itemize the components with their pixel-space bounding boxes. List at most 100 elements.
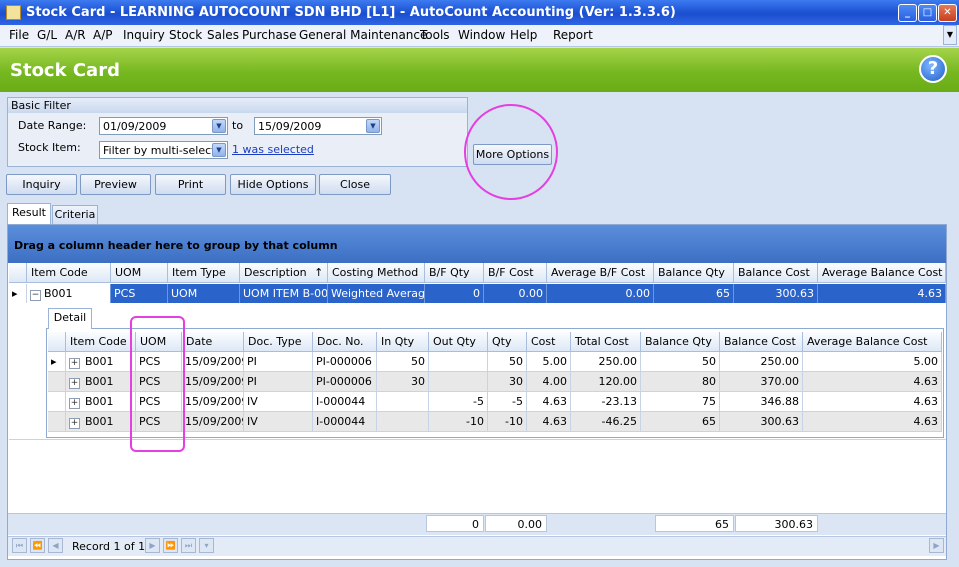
restore-button[interactable]: □ — [918, 4, 937, 22]
cell-balance-cost[interactable]: 300.63 — [734, 284, 818, 303]
detail-doc-type[interactable]: IV — [244, 412, 313, 432]
detail-cost[interactable]: 4.00 — [527, 372, 571, 392]
detail-item-code[interactable]: + B001 — [66, 352, 136, 372]
minimize-button[interactable]: _ — [898, 4, 917, 22]
prev-record-icon[interactable]: ◀ — [48, 538, 63, 553]
col-uom[interactable]: UOM — [111, 263, 168, 283]
detail-balance-qty[interactable]: 80 — [641, 372, 720, 392]
chevron-down-icon[interactable]: ▼ — [943, 25, 957, 45]
expand-icon[interactable]: + — [69, 378, 80, 389]
table-row[interactable]: ▸ − B001 PCS UOM UOM ITEM B-001 Weighted … — [9, 284, 946, 303]
next-page-icon[interactable]: ⏩ — [163, 538, 178, 553]
detail-date[interactable]: 15/09/2009 — [182, 352, 244, 372]
first-record-icon[interactable]: ⏮ — [12, 538, 27, 553]
date-to-field[interactable]: 15/09/2009 ▼ — [254, 117, 382, 135]
detail-item-code[interactable]: + B001 — [66, 392, 136, 412]
col-item-code[interactable]: Item Code — [27, 263, 111, 283]
detail-doc-no[interactable]: I-000044 — [313, 412, 377, 432]
detail-out-qty[interactable] — [429, 372, 488, 392]
cell-avg-bf-cost[interactable]: 0.00 — [547, 284, 654, 303]
menu-report[interactable]: Report — [553, 28, 593, 42]
detail-avg-balance-cost[interactable]: 4.63 — [803, 392, 942, 412]
scroll-right-icon[interactable]: ▶ — [929, 538, 944, 553]
detail-col-date[interactable]: Date — [182, 332, 244, 352]
detail-date[interactable]: 15/09/2009 — [182, 412, 244, 432]
detail-col-out-qty[interactable]: Out Qty — [429, 332, 488, 352]
detail-col-doc-type[interactable]: Doc. Type — [244, 332, 313, 352]
detail-col-total-cost[interactable]: Total Cost — [571, 332, 641, 352]
detail-balance-qty[interactable]: 50 — [641, 352, 720, 372]
detail-qty[interactable]: 50 — [488, 352, 527, 372]
detail-col-doc-no[interactable]: Doc. No. — [313, 332, 377, 352]
date-from-field[interactable]: 01/09/2009 ▼ — [99, 117, 228, 135]
cell-uom[interactable]: PCS — [111, 284, 168, 303]
detail-balance-qty[interactable]: 75 — [641, 392, 720, 412]
menu-sales[interactable]: Sales — [207, 28, 239, 42]
detail-total-cost[interactable]: -46.25 — [571, 412, 641, 432]
help-icon[interactable]: ? — [919, 55, 947, 83]
last-record-icon[interactable]: ⏭ — [181, 538, 196, 553]
menu-inquiry[interactable]: Inquiry — [123, 28, 165, 42]
detail-date[interactable]: 15/09/2009 — [182, 392, 244, 412]
detail-doc-type[interactable]: IV — [244, 392, 313, 412]
detail-out-qty[interactable] — [429, 352, 488, 372]
detail-doc-no[interactable]: PI-000006 — [313, 372, 377, 392]
filter-icon[interactable]: ▾ — [199, 538, 214, 553]
detail-total-cost[interactable]: 120.00 — [571, 372, 641, 392]
detail-avg-balance-cost[interactable]: 4.63 — [803, 372, 942, 392]
chevron-down-icon[interactable]: ▼ — [212, 119, 226, 133]
detail-col-qty[interactable]: Qty — [488, 332, 527, 352]
detail-in-qty[interactable]: 30 — [377, 372, 429, 392]
col-item-type[interactable]: Item Type — [168, 263, 240, 283]
cell-costing-method[interactable]: Weighted Average — [328, 284, 425, 303]
detail-in-qty[interactable] — [377, 412, 429, 432]
collapse-icon[interactable]: − — [30, 290, 41, 301]
menu-general-maintenance[interactable]: General Maintenance — [299, 28, 427, 42]
menu-tools[interactable]: Tools — [420, 28, 450, 42]
next-record-icon[interactable]: ▶ — [145, 538, 160, 553]
preview-button[interactable]: Preview — [80, 174, 151, 195]
close-window-button[interactable]: ✕ — [938, 4, 957, 22]
menu-window[interactable]: Window — [458, 28, 505, 42]
detail-qty[interactable]: 30 — [488, 372, 527, 392]
col-balance-qty[interactable]: Balance Qty — [654, 263, 734, 283]
detail-total-cost[interactable]: -23.13 — [571, 392, 641, 412]
close-button[interactable]: Close — [319, 174, 391, 195]
detail-date[interactable]: 15/09/2009 — [182, 372, 244, 392]
detail-doc-type[interactable]: PI — [244, 352, 313, 372]
chevron-down-icon[interactable]: ▼ — [212, 143, 226, 157]
group-by-area[interactable]: Drag a column header here to group by th… — [8, 225, 946, 263]
detail-balance-cost[interactable]: 250.00 — [720, 352, 803, 372]
detail-cost[interactable]: 4.63 — [527, 412, 571, 432]
tab-detail[interactable]: Detail — [48, 308, 92, 329]
detail-doc-type[interactable]: PI — [244, 372, 313, 392]
menu-purchase[interactable]: Purchase — [242, 28, 297, 42]
expand-icon[interactable]: + — [69, 418, 80, 429]
col-avg-bf-cost[interactable]: Average B/F Cost — [547, 263, 654, 283]
detail-balance-cost[interactable]: 346.88 — [720, 392, 803, 412]
detail-in-qty[interactable] — [377, 392, 429, 412]
detail-qty[interactable]: -5 — [488, 392, 527, 412]
cell-bf-cost[interactable]: 0.00 — [484, 284, 547, 303]
detail-item-code[interactable]: + B001 — [66, 412, 136, 432]
detail-in-qty[interactable]: 50 — [377, 352, 429, 372]
detail-doc-no[interactable]: I-000044 — [313, 392, 377, 412]
cell-item-type[interactable]: UOM — [168, 284, 240, 303]
col-description[interactable]: Description ↑ — [240, 263, 328, 283]
stock-item-select[interactable]: Filter by multi-select ▼ — [99, 141, 228, 159]
expand-icon[interactable]: + — [69, 398, 80, 409]
chevron-down-icon[interactable]: ▼ — [366, 119, 380, 133]
menu-ap[interactable]: A/P — [93, 28, 113, 42]
expand-icon[interactable]: + — [69, 358, 80, 369]
cell-avg-balance-cost[interactable]: 4.63 — [818, 284, 946, 303]
menu-help[interactable]: Help — [510, 28, 537, 42]
cell-balance-qty[interactable]: 65 — [654, 284, 734, 303]
detail-out-qty[interactable]: -10 — [429, 412, 488, 432]
detail-cost[interactable]: 5.00 — [527, 352, 571, 372]
detail-qty[interactable]: -10 — [488, 412, 527, 432]
detail-col-avg-balance-cost[interactable]: Average Balance Cost — [803, 332, 942, 352]
cell-description[interactable]: UOM ITEM B-001 — [240, 284, 328, 303]
menu-ar[interactable]: A/R — [65, 28, 86, 42]
cell-bf-qty[interactable]: 0 — [425, 284, 484, 303]
detail-cost[interactable]: 4.63 — [527, 392, 571, 412]
